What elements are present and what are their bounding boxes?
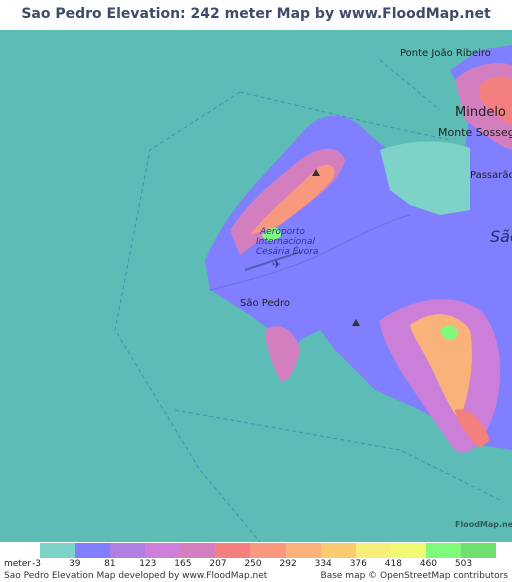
elevation-map[interactable]: Ponte João Ribeiro Mindelo Monte Sossego… bbox=[0, 30, 512, 542]
legend-swatch bbox=[250, 543, 286, 558]
place-label: Passarão bbox=[470, 170, 512, 181]
legend-swatch bbox=[215, 543, 251, 558]
legend-swatch bbox=[320, 543, 356, 558]
legend-swatch bbox=[180, 543, 216, 558]
footer-credit: Sao Pedro Elevation Map developed by www… bbox=[4, 571, 268, 581]
place-label: Cesária Évora bbox=[256, 245, 318, 257]
legend-swatch bbox=[390, 543, 426, 558]
legend-swatch bbox=[285, 543, 321, 558]
legend-value: -3 bbox=[32, 559, 41, 569]
airport-icon: ✈ bbox=[272, 258, 281, 271]
legend-swatch bbox=[425, 543, 461, 558]
legend-swatch bbox=[355, 543, 391, 558]
legend-value: 165 bbox=[174, 559, 192, 569]
legend-value: 39 bbox=[69, 559, 81, 569]
footer-attribution: Base map © OpenStreetMap contributors bbox=[320, 571, 508, 581]
legend-swatch bbox=[40, 543, 76, 558]
legend-swatch bbox=[460, 543, 497, 558]
legend-color-bar bbox=[40, 543, 497, 558]
legend-labels: meter -3 39 81 123 165 207 250 292 334 376 418 460 5… bbox=[0, 559, 512, 571]
legend-value: 334 bbox=[314, 559, 332, 569]
legend-value: 292 bbox=[279, 559, 297, 569]
legend-value: 123 bbox=[139, 559, 157, 569]
legend-swatch bbox=[75, 543, 111, 558]
place-label: São Pedro bbox=[240, 298, 290, 309]
legend-value: 503 bbox=[454, 559, 473, 569]
legend-swatch bbox=[145, 543, 181, 558]
legend-value: 460 bbox=[419, 559, 438, 569]
place-label: Ponte João Ribeiro bbox=[400, 48, 491, 59]
footer: Sao Pedro Elevation Map developed by www… bbox=[0, 571, 512, 582]
place-label: Internacional bbox=[256, 237, 316, 247]
legend-value: 250 bbox=[244, 559, 262, 569]
legend-value: 376 bbox=[349, 559, 367, 569]
page-title: Sao Pedro Elevation: 242 meter Map by ww… bbox=[0, 0, 512, 50]
floodmap-logo: FloodMap.net bbox=[455, 520, 512, 529]
place-label: Aeroporto bbox=[259, 227, 305, 237]
legend-swatch bbox=[110, 543, 146, 558]
place-label: Mindelo bbox=[455, 105, 506, 120]
place-label: São bbox=[490, 227, 512, 246]
legend-value: 207 bbox=[209, 559, 227, 569]
place-label: Monte Sossego bbox=[438, 126, 512, 139]
legend-unit-label: meter bbox=[4, 559, 32, 569]
legend-value: 81 bbox=[104, 559, 116, 569]
legend-value: 418 bbox=[384, 559, 402, 569]
